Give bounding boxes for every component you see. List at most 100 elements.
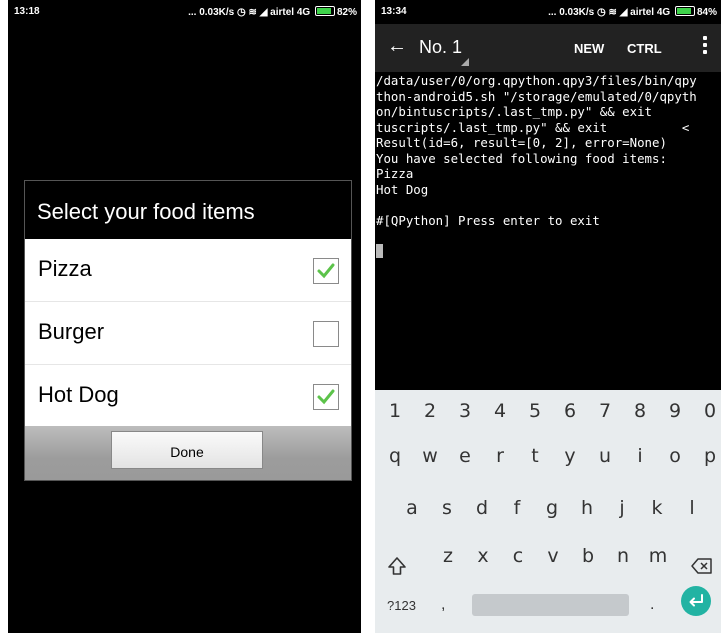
dialog-title: Select your food items [25, 181, 351, 239]
key-z[interactable]: z [433, 545, 463, 567]
key-y[interactable]: y [555, 445, 585, 467]
wifi-icon: ≋ [248, 7, 257, 18]
key-k[interactable]: k [642, 497, 672, 519]
key-3[interactable]: 3 [450, 400, 480, 422]
pizza-checkbox[interactable] [313, 258, 339, 284]
left-screen: 13:18 ... 0.03K/s ◷ ≋ ◢ airtel 4G 82% Se… [8, 0, 361, 633]
key-i[interactable]: i [625, 445, 655, 467]
terminal-line: thon-android5.sh "/storage/emulated/0/qp… [376, 88, 697, 104]
status-bar: 13:34 ... 0.03K/s ◷ ≋ ◢ airtel 4G 84% [375, 0, 721, 24]
enter-key[interactable] [681, 586, 711, 616]
battery-level: 82% [336, 7, 357, 18]
network-speed: ... 0.03K/s [548, 7, 595, 18]
terminal-toolbar: ← No. 1 NEW CTRL [375, 24, 721, 72]
key-p[interactable]: p [695, 445, 721, 467]
terminal-tab-title[interactable]: No. 1 [419, 37, 462, 58]
item-label: Pizza [38, 256, 92, 281]
terminal-output[interactable]: /data/user/0/org.qpython.qpy3/files/bin/… [375, 72, 721, 390]
key-o[interactable]: o [660, 445, 690, 467]
battery-level: 84% [696, 7, 717, 18]
signal-icon: ◢ [619, 7, 628, 18]
carrier-label: airtel 4G [270, 7, 311, 18]
terminal-line: Pizza [376, 166, 414, 181]
overflow-menu-icon[interactable] [703, 36, 707, 57]
alarm-icon: ◷ [597, 7, 606, 18]
key-9[interactable]: 9 [660, 400, 690, 422]
checkmark-icon [317, 389, 335, 405]
key-s[interactable]: s [432, 497, 462, 519]
battery-icon [314, 6, 335, 16]
burger-checkbox[interactable] [313, 321, 339, 347]
enter-icon [689, 594, 703, 607]
key-m[interactable]: m [643, 545, 673, 567]
status-time: 13:18 [14, 6, 40, 17]
key-0[interactable]: 0 [695, 400, 721, 422]
key-j[interactable]: j [607, 497, 637, 519]
space-key[interactable] [472, 594, 629, 616]
terminal-line: tuscripts/.last_tmp.py" && exit < [376, 119, 690, 135]
key-5[interactable]: 5 [520, 400, 550, 422]
key-4[interactable]: 4 [485, 400, 515, 422]
key-q[interactable]: q [380, 445, 410, 467]
food-selection-dialog: Select your food items Pizza Burger Hot … [24, 180, 352, 481]
shift-icon [388, 557, 406, 575]
tab-dropdown-indicator [461, 58, 469, 66]
backspace-key[interactable] [691, 558, 713, 579]
key-h[interactable]: h [572, 497, 602, 519]
period-key[interactable]: . [650, 596, 654, 614]
carrier-label: airtel 4G [630, 7, 671, 18]
comma-key[interactable]: , [441, 596, 445, 614]
key-v[interactable]: v [538, 545, 568, 567]
item-label: Hot Dog [38, 382, 119, 407]
key-d[interactable]: d [467, 497, 497, 519]
terminal-line: on/bintuscripts/.last_tmp.py" && exit [376, 104, 653, 119]
key-2[interactable]: 2 [415, 400, 445, 422]
key-f[interactable]: f [502, 497, 532, 519]
status-bar: 13:18 ... 0.03K/s ◷ ≋ ◢ airtel 4G 82% [8, 0, 361, 24]
key-x[interactable]: x [468, 545, 498, 567]
done-button[interactable]: Done [111, 431, 263, 469]
symbols-key[interactable]: ?123 [387, 598, 416, 613]
shift-key[interactable] [387, 556, 407, 581]
item-label: Burger [38, 319, 105, 344]
key-t[interactable]: t [520, 445, 550, 467]
alarm-icon: ◷ [237, 7, 246, 18]
back-arrow-icon[interactable]: ← [387, 35, 407, 58]
key-l[interactable]: l [677, 497, 707, 519]
signal-icon: ◢ [259, 7, 268, 18]
key-b[interactable]: b [573, 545, 603, 567]
terminal-line [376, 243, 721, 260]
terminal-line: #[QPython] Press enter to exit [376, 212, 600, 228]
network-speed: ... 0.03K/s [188, 7, 235, 18]
status-info: ... 0.03K/s ◷ ≋ ◢ airtel 4G 84% [548, 6, 717, 18]
key-7[interactable]: 7 [590, 400, 620, 422]
key-w[interactable]: w [415, 445, 445, 467]
terminal-line: Hot Dog [376, 181, 429, 197]
wifi-icon: ≋ [608, 7, 617, 18]
hot-dog-checkbox[interactable] [313, 384, 339, 410]
key-6[interactable]: 6 [555, 400, 585, 422]
list-item-burger[interactable]: Burger [25, 302, 351, 365]
key-a[interactable]: a [397, 497, 427, 519]
list-item-hot-dog[interactable]: Hot Dog [25, 365, 351, 427]
right-screen: 13:34 ... 0.03K/s ◷ ≋ ◢ airtel 4G 84% ← … [375, 0, 721, 633]
text-cursor [376, 243, 383, 258]
key-8[interactable]: 8 [625, 400, 655, 422]
terminal-line: You have selected following food items: [376, 150, 667, 166]
key-c[interactable]: c [503, 545, 533, 567]
battery-icon [674, 6, 695, 16]
key-r[interactable]: r [485, 445, 515, 467]
ctrl-button[interactable]: CTRL [627, 41, 662, 56]
key-1[interactable]: 1 [380, 400, 410, 422]
list-item-pizza[interactable]: Pizza [25, 239, 351, 302]
status-info: ... 0.03K/s ◷ ≋ ◢ airtel 4G 82% [188, 6, 357, 18]
key-n[interactable]: n [608, 545, 638, 567]
key-g[interactable]: g [537, 497, 567, 519]
new-button[interactable]: NEW [574, 41, 604, 56]
key-u[interactable]: u [590, 445, 620, 467]
terminal-line: Result(id=6, result=[0, 2], error=None) [376, 135, 667, 150]
dialog-footer: Done [25, 426, 351, 480]
key-e[interactable]: e [450, 445, 480, 467]
